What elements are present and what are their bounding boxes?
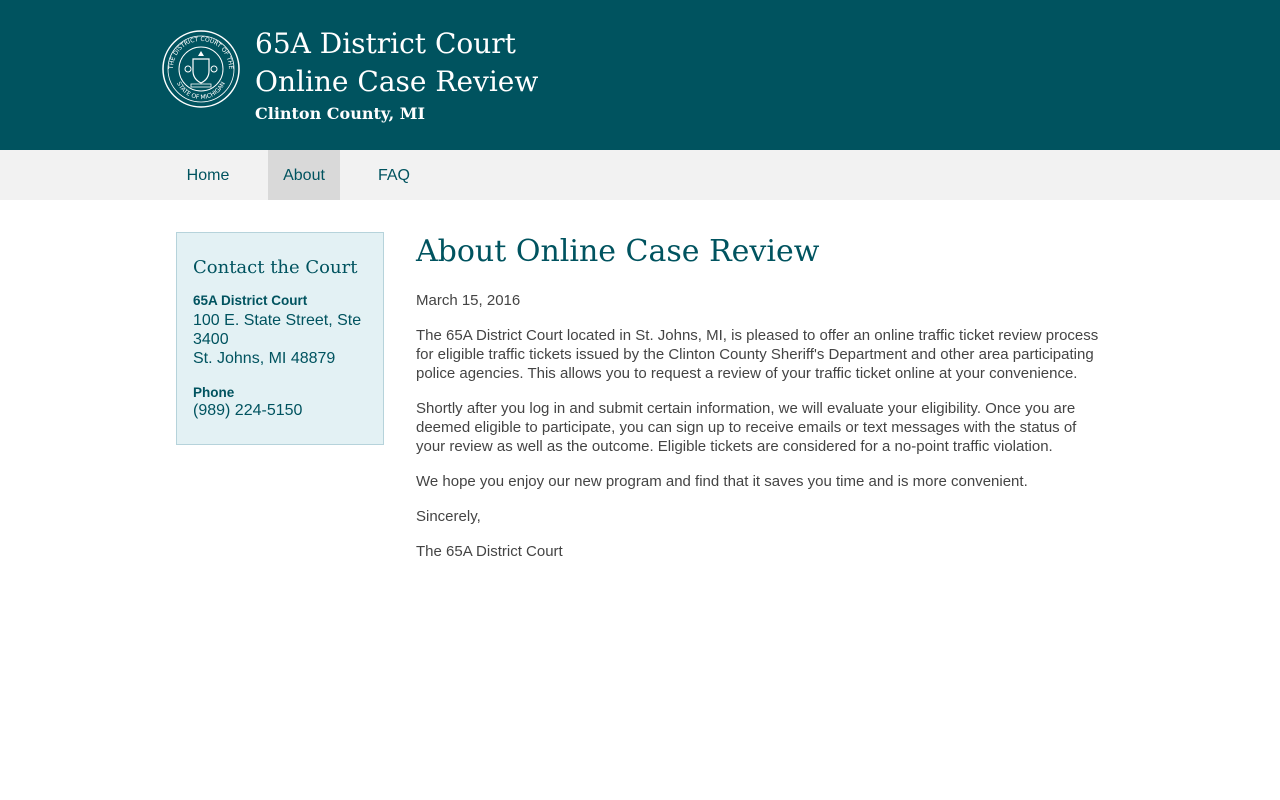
site-title-line-2: Online Case Review	[255, 65, 539, 98]
phone-label: Phone	[193, 385, 235, 400]
address-line-2: St. Johns, MI 48879	[193, 350, 336, 367]
court-name: 65A District Court	[193, 293, 308, 308]
main-navigation: Home About FAQ	[0, 150, 1280, 200]
paragraph-closing: We hope you enjoy our new program and fi…	[416, 473, 1028, 490]
phone-number: (989) 224-5150	[193, 402, 303, 419]
court-address: 100 E. State Street, Ste 3400 St. Johns,…	[193, 311, 373, 368]
address-line-1: 100 E. State Street, Ste 3400	[193, 312, 362, 348]
paragraph-sincerely: Sincerely,	[416, 508, 481, 525]
paragraph-signature: The 65A District Court	[416, 543, 563, 560]
page-title: About Online Case Review	[416, 234, 820, 269]
paragraph-intro: The 65A District Court located in St. Jo…	[416, 327, 1099, 382]
site-header: THE DISTRICT COURT OF THE STATE OF MICHI…	[0, 0, 1280, 150]
main-content: About Online Case Review March 15, 2016 …	[416, 232, 1106, 561]
article-date: March 15, 2016	[416, 292, 521, 309]
nav-item-home[interactable]: Home	[168, 150, 248, 200]
nav-item-faq[interactable]: FAQ	[358, 150, 430, 200]
site-subtitle: Clinton County, MI	[255, 104, 425, 123]
nav-item-about[interactable]: About	[268, 150, 340, 200]
paragraph-eligibility: Shortly after you log in and submit cert…	[416, 400, 1077, 455]
state-seal-icon: THE DISTRICT COURT OF THE STATE OF MICHI…	[162, 30, 240, 108]
contact-title: Contact the Court	[193, 257, 358, 278]
site-title-line-1: 65A District Court	[255, 27, 516, 60]
contact-sidebar: Contact the Court 65A District Court 100…	[176, 232, 384, 445]
